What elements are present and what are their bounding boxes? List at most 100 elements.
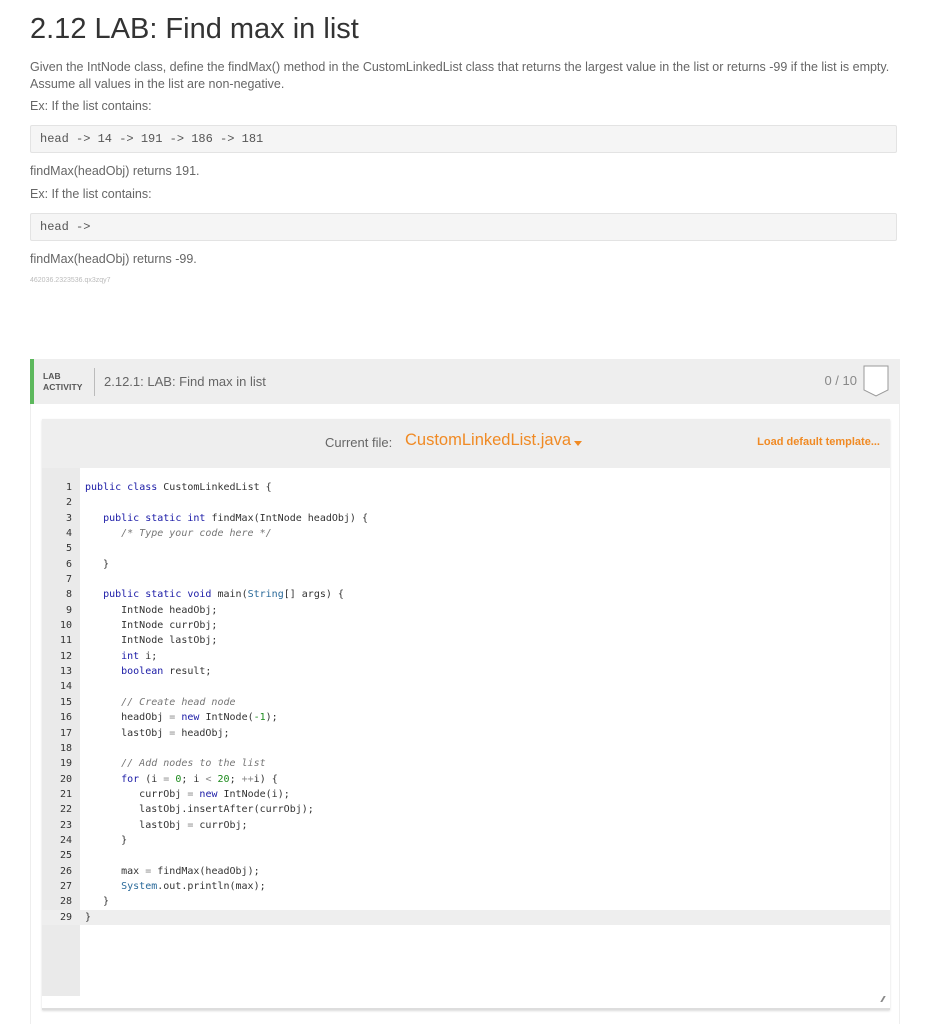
line-number: 21 <box>59 788 72 800</box>
resize-handle-icon[interactable] <box>876 996 886 1002</box>
code-line[interactable]: 3 public static int findMax(IntNode head… <box>42 511 890 526</box>
code-text[interactable]: } <box>85 557 109 572</box>
code-text[interactable]: /* Type your code here */ <box>85 526 272 541</box>
code-text[interactable]: currObj = new IntNode(i); <box>85 787 290 802</box>
code-text[interactable]: public static void main(String[] args) { <box>85 587 344 602</box>
code-text[interactable]: max = findMax(headObj); <box>85 864 260 879</box>
score-text: 0 / 10 <box>824 373 857 388</box>
code-line[interactable]: 23 lastObj = currObj; <box>42 818 890 833</box>
lab-activity-tag: LAB ACTIVITY <box>34 371 92 393</box>
code-line[interactable]: 2 <box>42 495 890 510</box>
line-number: 28 <box>59 896 72 908</box>
problem-description: Given the IntNode class, define the find… <box>30 60 890 91</box>
line-number: 23 <box>59 819 72 831</box>
code-line[interactable]: 29} <box>42 909 890 925</box>
code-text[interactable]: public static int findMax(IntNode headOb… <box>85 511 368 526</box>
line-number: 7 <box>65 574 72 586</box>
code-line[interactable]: 21 currObj = new IntNode(i); <box>42 787 890 802</box>
code-line[interactable]: 24 } <box>42 833 890 848</box>
code-text[interactable]: // Add nodes to the list <box>85 756 266 771</box>
lab-name: 2.12.1: LAB: Find max in list <box>104 374 266 389</box>
code-line[interactable]: 12 int i; <box>42 649 890 664</box>
line-number: 13 <box>59 666 72 678</box>
lab-tag-line2: ACTIVITY <box>43 381 83 392</box>
code-line[interactable]: 26 max = findMax(headObj); <box>42 864 890 879</box>
code-line[interactable]: 8 public static void main(String[] args)… <box>42 587 890 602</box>
code-line[interactable]: 19 // Add nodes to the list <box>42 756 890 771</box>
code-line[interactable]: 27 System.out.println(max); <box>42 879 890 894</box>
code-line[interactable]: 25 <box>42 848 890 863</box>
code-line[interactable]: 28 } <box>42 894 890 909</box>
code-text[interactable]: IntNode currObj; <box>85 618 217 633</box>
line-number: 12 <box>59 650 72 662</box>
code-lines[interactable]: 1 public class CustomLinkedList {2 3 publi… <box>42 480 890 925</box>
code-text[interactable]: headObj = new IntNode(-1); <box>85 710 278 725</box>
line-number: 11 <box>59 635 72 647</box>
line-number: 26 <box>59 865 72 877</box>
code-line[interactable]: 7 <box>42 572 890 587</box>
example-2-result: findMax(headObj) returns -99. <box>30 252 197 266</box>
code-text[interactable]: boolean result; <box>85 664 211 679</box>
line-number: 3 <box>65 512 72 524</box>
code-line[interactable]: 16 headObj = new IntNode(-1); <box>42 710 890 725</box>
code-text[interactable]: } <box>85 910 91 925</box>
code-text[interactable]: int i; <box>85 649 157 664</box>
page-title: 2.12 LAB: Find max in list <box>30 13 359 45</box>
line-number: 25 <box>59 850 72 862</box>
line-number: 14 <box>59 681 72 693</box>
line-number: 22 <box>59 804 72 816</box>
line-number: 24 <box>59 834 72 846</box>
line-number: 19 <box>59 758 72 770</box>
line-number: 5 <box>65 543 72 555</box>
line-number: 15 <box>59 696 72 708</box>
code-text[interactable]: for (i = 0; i < 20; ++i) { <box>85 772 278 787</box>
code-editor[interactable]: 1 public class CustomLinkedList {2 3 publi… <box>42 468 890 1010</box>
code-line[interactable]: 20 for (i = 0; i < 20; ++i) { <box>42 772 890 787</box>
lab-header: LAB ACTIVITY 2.12.1: LAB: Find max in li… <box>30 359 899 404</box>
code-line[interactable]: 4 /* Type your code here */ <box>42 526 890 541</box>
code-text[interactable]: lastObj = currObj; <box>85 818 247 833</box>
code-line[interactable]: 10 IntNode currObj; <box>42 618 890 633</box>
file-toolbar: Current file: CustomLinkedList.java Load… <box>42 419 890 468</box>
code-text[interactable]: // Create head node <box>85 695 235 710</box>
line-number: 18 <box>59 742 72 754</box>
example-2-label: Ex: If the list contains: <box>30 187 152 201</box>
code-text[interactable]: } <box>85 833 127 848</box>
line-number: 27 <box>59 880 72 892</box>
line-number: 4 <box>65 528 72 540</box>
code-text[interactable]: lastObj.insertAfter(currObj); <box>85 802 314 817</box>
code-line[interactable]: 6 } <box>42 557 890 572</box>
line-number: 6 <box>65 558 72 570</box>
line-number: 8 <box>65 589 72 601</box>
line-number: 1 <box>65 482 72 493</box>
code-line[interactable]: 11 IntNode lastObj; <box>42 633 890 648</box>
code-line[interactable]: 13 boolean result; <box>42 664 890 679</box>
code-text[interactable]: IntNode lastObj; <box>85 633 217 648</box>
code-line[interactable]: 14 <box>42 679 890 694</box>
content-id: 462036.2323536.qx3zqy7 <box>30 277 111 284</box>
code-line[interactable]: 9 IntNode headObj; <box>42 603 890 618</box>
code-text[interactable]: public class CustomLinkedList { <box>85 480 272 495</box>
header-divider <box>94 367 95 396</box>
chevron-down-icon[interactable] <box>574 441 582 446</box>
code-text[interactable]: } <box>85 894 109 909</box>
line-number: 9 <box>65 604 72 616</box>
code-line[interactable]: 1 public class CustomLinkedList { <box>42 480 890 495</box>
code-text[interactable]: IntNode headObj; <box>85 603 217 618</box>
score-badge-icon <box>863 365 889 397</box>
code-line[interactable]: 15 // Create head node <box>42 695 890 710</box>
page-content: 2.12 LAB: Find max in list Given the Int… <box>0 0 927 286</box>
code-text[interactable]: lastObj = headObj; <box>85 726 229 741</box>
load-default-template-button[interactable]: Load default template... <box>757 436 880 448</box>
line-number: 17 <box>59 727 72 739</box>
code-line[interactable]: 5 <box>42 541 890 556</box>
code-line[interactable]: 22 lastObj.insertAfter(currObj); <box>42 802 890 817</box>
code-line[interactable]: 18 <box>42 741 890 756</box>
lab-tag-line1: LAB <box>43 370 61 381</box>
line-number: 10 <box>59 620 72 632</box>
example-1-result: findMax(headObj) returns 191. <box>30 164 200 178</box>
code-text[interactable]: System.out.println(max); <box>85 879 266 894</box>
example-2-code: head -> <box>30 213 897 241</box>
code-line[interactable]: 17 lastObj = headObj; <box>42 726 890 741</box>
current-file-dropdown[interactable]: CustomLinkedList.java <box>405 431 571 450</box>
